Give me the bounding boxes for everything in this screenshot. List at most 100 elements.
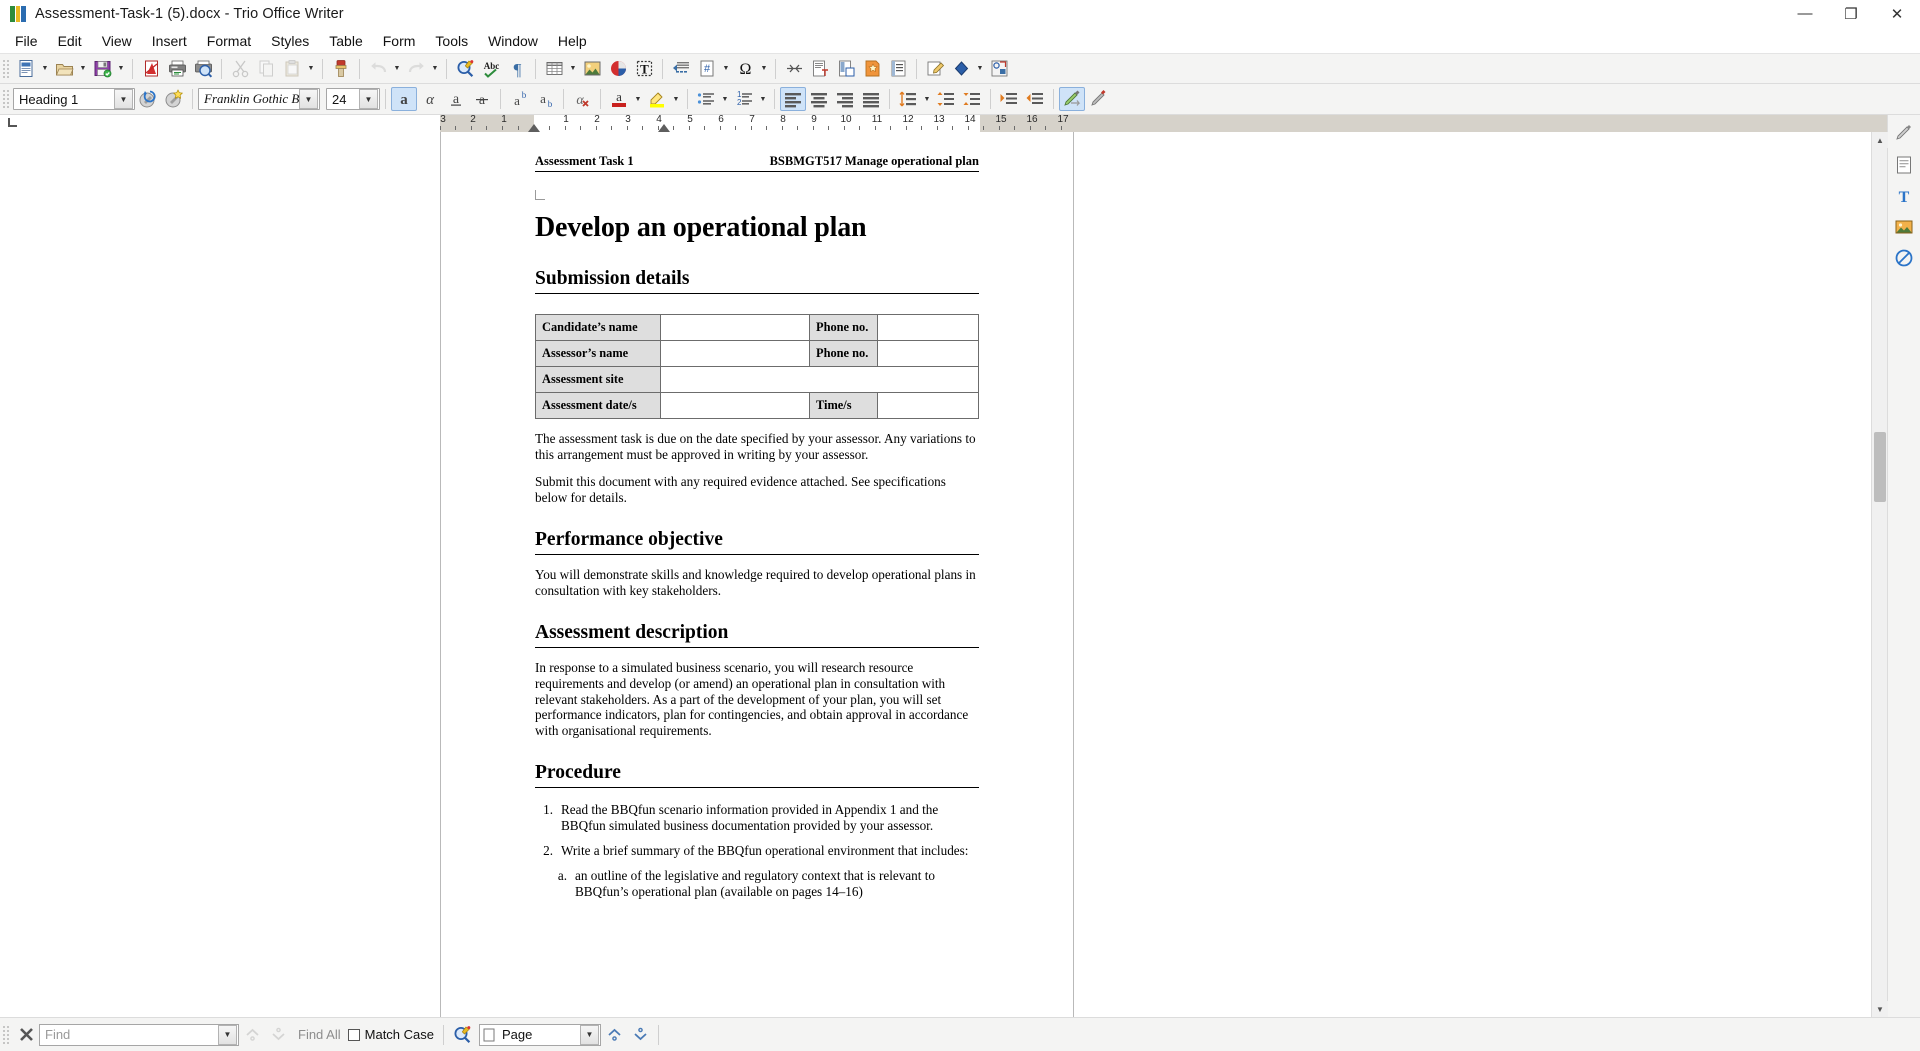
menu-table[interactable]: Table: [319, 30, 372, 52]
menu-styles[interactable]: Styles: [261, 30, 319, 52]
ordered-list-dropdown[interactable]: ▼: [757, 87, 769, 111]
insert-footnote-icon[interactable]: [807, 57, 833, 81]
clone-formatting-icon[interactable]: [328, 57, 354, 81]
match-case-box[interactable]: [347, 1028, 360, 1041]
special-character-dropdown[interactable]: ▼: [758, 57, 770, 81]
insert-field-dropdown[interactable]: ▼: [720, 57, 732, 81]
table-row[interactable]: Assessor’s name Phone no.: [535, 340, 979, 367]
cell-times-value[interactable]: [877, 392, 979, 419]
minimize-button[interactable]: —: [1782, 0, 1828, 27]
menu-insert[interactable]: Insert: [142, 30, 197, 52]
cell-assessor-phone-value[interactable]: [877, 340, 979, 367]
scroll-up-arrow-icon[interactable]: ▲: [1872, 132, 1888, 148]
styles-icon[interactable]: T: [1891, 183, 1918, 209]
table-row[interactable]: Candidate’s name Phone no.: [535, 314, 979, 341]
save-document-icon[interactable]: [89, 57, 115, 81]
first-line-indent-marker[interactable]: [528, 124, 540, 132]
vertical-scrollbar[interactable]: ▲ ▼: [1871, 132, 1888, 1017]
text-box-icon[interactable]: T: [631, 57, 657, 81]
navigator-icon[interactable]: [1891, 245, 1918, 271]
underline-icon[interactable]: a: [443, 87, 469, 111]
menu-edit[interactable]: Edit: [48, 30, 92, 52]
decrease-indent-icon[interactable]: [1022, 87, 1048, 111]
close-button[interactable]: ✕: [1874, 0, 1920, 27]
insert-bookmark-icon[interactable]: [859, 57, 885, 81]
highlight-color-icon[interactable]: [644, 87, 670, 111]
find-input[interactable]: Find ▼: [39, 1023, 239, 1046]
insert-shape-dropdown[interactable]: ▼: [974, 57, 986, 81]
show-draw-functions-icon[interactable]: [986, 57, 1012, 81]
close-find-toolbar-icon[interactable]: [13, 1023, 39, 1047]
document-view[interactable]: Assessment Task 1 BSBMGT517 Manage opera…: [0, 132, 1871, 1017]
find-replace-icon[interactable]: [452, 57, 478, 81]
formatting-marks-icon[interactable]: ¶: [504, 57, 530, 81]
find-replace-icon[interactable]: [449, 1023, 475, 1047]
redo-dropdown[interactable]: ▼: [429, 57, 441, 81]
copy-icon[interactable]: [253, 57, 279, 81]
font-size-dropdown[interactable]: ▼: [359, 89, 378, 109]
find-all-button[interactable]: Find All: [291, 1027, 348, 1042]
justify-icon[interactable]: [858, 87, 884, 111]
italic-icon[interactable]: α: [417, 87, 443, 111]
superscript-icon[interactable]: ab: [506, 87, 532, 111]
navigate-by-dropdown[interactable]: ▼: [580, 1024, 600, 1045]
find-next-icon[interactable]: [265, 1023, 291, 1047]
special-character-icon[interactable]: Ω: [732, 57, 758, 81]
save-document-dropdown[interactable]: ▼: [115, 57, 127, 81]
subscript-icon[interactable]: ab: [532, 87, 558, 111]
open-file-dropdown[interactable]: ▼: [77, 57, 89, 81]
menu-help[interactable]: Help: [548, 30, 597, 52]
previous-page-icon[interactable]: [601, 1023, 627, 1047]
insert-shape-icon[interactable]: [948, 57, 974, 81]
cell-candidate-phone-value[interactable]: [877, 314, 979, 341]
export-pdf-icon[interactable]: [138, 57, 164, 81]
submission-details-table[interactable]: Candidate’s name Phone no. Assessor’s na…: [535, 314, 979, 419]
unordered-list-dropdown[interactable]: ▼: [719, 87, 731, 111]
new-document-dropdown[interactable]: ▼: [39, 57, 51, 81]
toolbar-grip[interactable]: [2, 89, 10, 109]
insert-chart-icon[interactable]: [605, 57, 631, 81]
insert-endnote-icon[interactable]: [833, 57, 859, 81]
paragraph-style-dropdown[interactable]: ▼: [114, 89, 133, 109]
insert-image-icon[interactable]: [579, 57, 605, 81]
cell-candidate-name-value[interactable]: [660, 314, 810, 341]
open-file-icon[interactable]: [51, 57, 77, 81]
findbar-grip[interactable]: [2, 1024, 10, 1045]
align-center-icon[interactable]: [806, 87, 832, 111]
menu-form[interactable]: Form: [373, 30, 426, 52]
decrease-paragraph-spacing-icon[interactable]: [959, 87, 985, 111]
next-page-icon[interactable]: [627, 1023, 653, 1047]
menu-file[interactable]: File: [5, 30, 48, 52]
track-changes-icon[interactable]: [922, 57, 948, 81]
table-row[interactable]: Assessment date/s Time/s: [535, 392, 979, 419]
undo-dropdown[interactable]: ▼: [391, 57, 403, 81]
align-left-icon[interactable]: [780, 87, 806, 111]
find-history-dropdown[interactable]: ▼: [218, 1024, 237, 1045]
find-previous-icon[interactable]: [239, 1023, 265, 1047]
maximize-button[interactable]: ❐: [1828, 0, 1874, 27]
print-preview-icon[interactable]: [190, 57, 216, 81]
font-name-dropdown[interactable]: ▼: [299, 89, 318, 109]
cell-assessor-name-value[interactable]: [660, 340, 810, 367]
tab-stop-selector-icon[interactable]: [8, 118, 17, 127]
font-color-icon[interactable]: a: [606, 87, 632, 111]
scroll-down-arrow-icon[interactable]: ▼: [1872, 1001, 1888, 1017]
document-page[interactable]: Assessment Task 1 BSBMGT517 Manage opera…: [440, 132, 1074, 1017]
strikethrough-icon[interactable]: a: [469, 87, 495, 111]
new-style-icon[interactable]: [161, 87, 187, 111]
new-document-icon[interactable]: [13, 57, 39, 81]
undo-icon[interactable]: [365, 57, 391, 81]
menu-window[interactable]: Window: [478, 30, 548, 52]
paste-icon[interactable]: [279, 57, 305, 81]
update-style-icon[interactable]: [135, 87, 161, 111]
scrollbar-thumb[interactable]: [1874, 432, 1886, 502]
clear-formatting-icon[interactable]: α: [569, 87, 595, 111]
menu-tools[interactable]: Tools: [425, 30, 478, 52]
align-right-icon[interactable]: [832, 87, 858, 111]
navigate-by-combo[interactable]: Page ▼: [479, 1023, 602, 1046]
match-case-checkbox[interactable]: Match Case: [347, 1027, 438, 1042]
highlight-color-dropdown[interactable]: ▼: [670, 87, 682, 111]
bold-icon[interactable]: a: [391, 87, 417, 111]
toolbar-grip[interactable]: [2, 58, 10, 79]
redo-icon[interactable]: [403, 57, 429, 81]
